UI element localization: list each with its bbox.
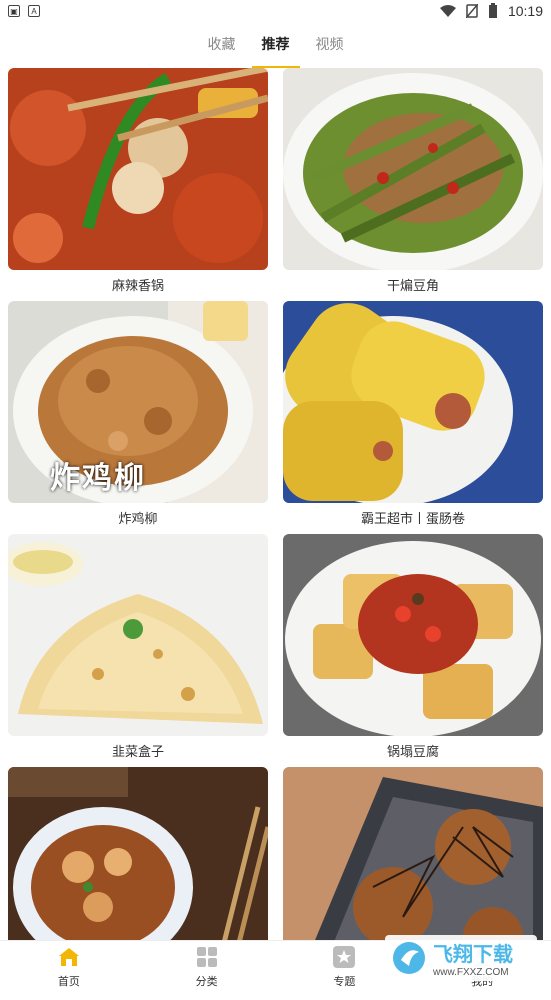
recipe-image <box>283 301 543 503</box>
watermark-title: 飞翔下载 <box>433 944 513 966</box>
top-tabs: 收藏 推荐 视频 <box>0 28 551 68</box>
no-sim-icon <box>465 4 478 18</box>
watermark-url: www.FXXZ.COM <box>433 967 509 978</box>
recipe-image <box>283 68 543 270</box>
status-bar: ▣ A 10:19 <box>0 0 551 22</box>
recipe-image <box>8 534 268 736</box>
nav-home-label: 首页 <box>57 976 80 988</box>
recipe-image-caption: 炸鸡柳 <box>50 462 146 495</box>
tab-recommended[interactable]: 推荐 <box>251 28 300 68</box>
recipe-image <box>8 767 268 969</box>
recipe-card[interactable]: 炸鸡柳 炸鸡柳 <box>8 301 268 534</box>
recipe-image <box>8 68 268 270</box>
recipe-title: 霸王超市丨蛋肠卷 <box>360 511 465 526</box>
grid-icon <box>196 947 217 967</box>
home-icon <box>58 948 79 966</box>
watermark: 飞翔下载 www.FXXZ.COM <box>385 935 537 981</box>
recipe-title: 干煸豆角 <box>386 278 439 293</box>
nav-categories[interactable]: 分类 <box>138 941 276 993</box>
nav-home[interactable]: 首页 <box>0 941 138 993</box>
recipe-title: 韭菜盒子 <box>111 744 164 759</box>
wifi-icon <box>439 5 456 17</box>
recipe-card[interactable]: 干煸豆角 <box>283 68 543 301</box>
app-notification-icon: A <box>28 5 40 17</box>
nav-categories-label: 分类 <box>195 976 218 988</box>
battery-icon <box>488 3 497 18</box>
watermark-logo-icon <box>393 942 425 974</box>
tab-videos[interactable]: 视频 <box>316 28 344 64</box>
recipe-title: 炸鸡柳 <box>118 511 158 526</box>
star-icon <box>333 946 356 968</box>
photo-notification-icon: ▣ <box>8 5 20 17</box>
recipe-image <box>283 534 543 736</box>
recipe-card[interactable]: 锅塌豆腐 <box>283 534 543 767</box>
recipe-image: 炸鸡柳 <box>8 301 268 503</box>
status-time: 10:19 <box>507 3 543 19</box>
recipe-card[interactable]: 韭菜盒子 <box>8 534 268 767</box>
nav-topics-label: 专题 <box>333 976 356 988</box>
recipe-card[interactable]: 麻辣香锅 <box>8 68 268 301</box>
recipe-card[interactable]: 霸王超市丨蛋肠卷 <box>283 301 543 534</box>
recipe-title: 麻辣香锅 <box>111 278 164 293</box>
recipe-title: 锅塌豆腐 <box>386 744 439 759</box>
recipe-grid: 麻辣香锅 干煸豆角 炸鸡柳 炸鸡柳 霸王超市丨蛋肠卷 韭菜盒子 锅塌豆腐 <box>8 68 543 1000</box>
tab-favorites[interactable]: 收藏 <box>208 28 236 64</box>
